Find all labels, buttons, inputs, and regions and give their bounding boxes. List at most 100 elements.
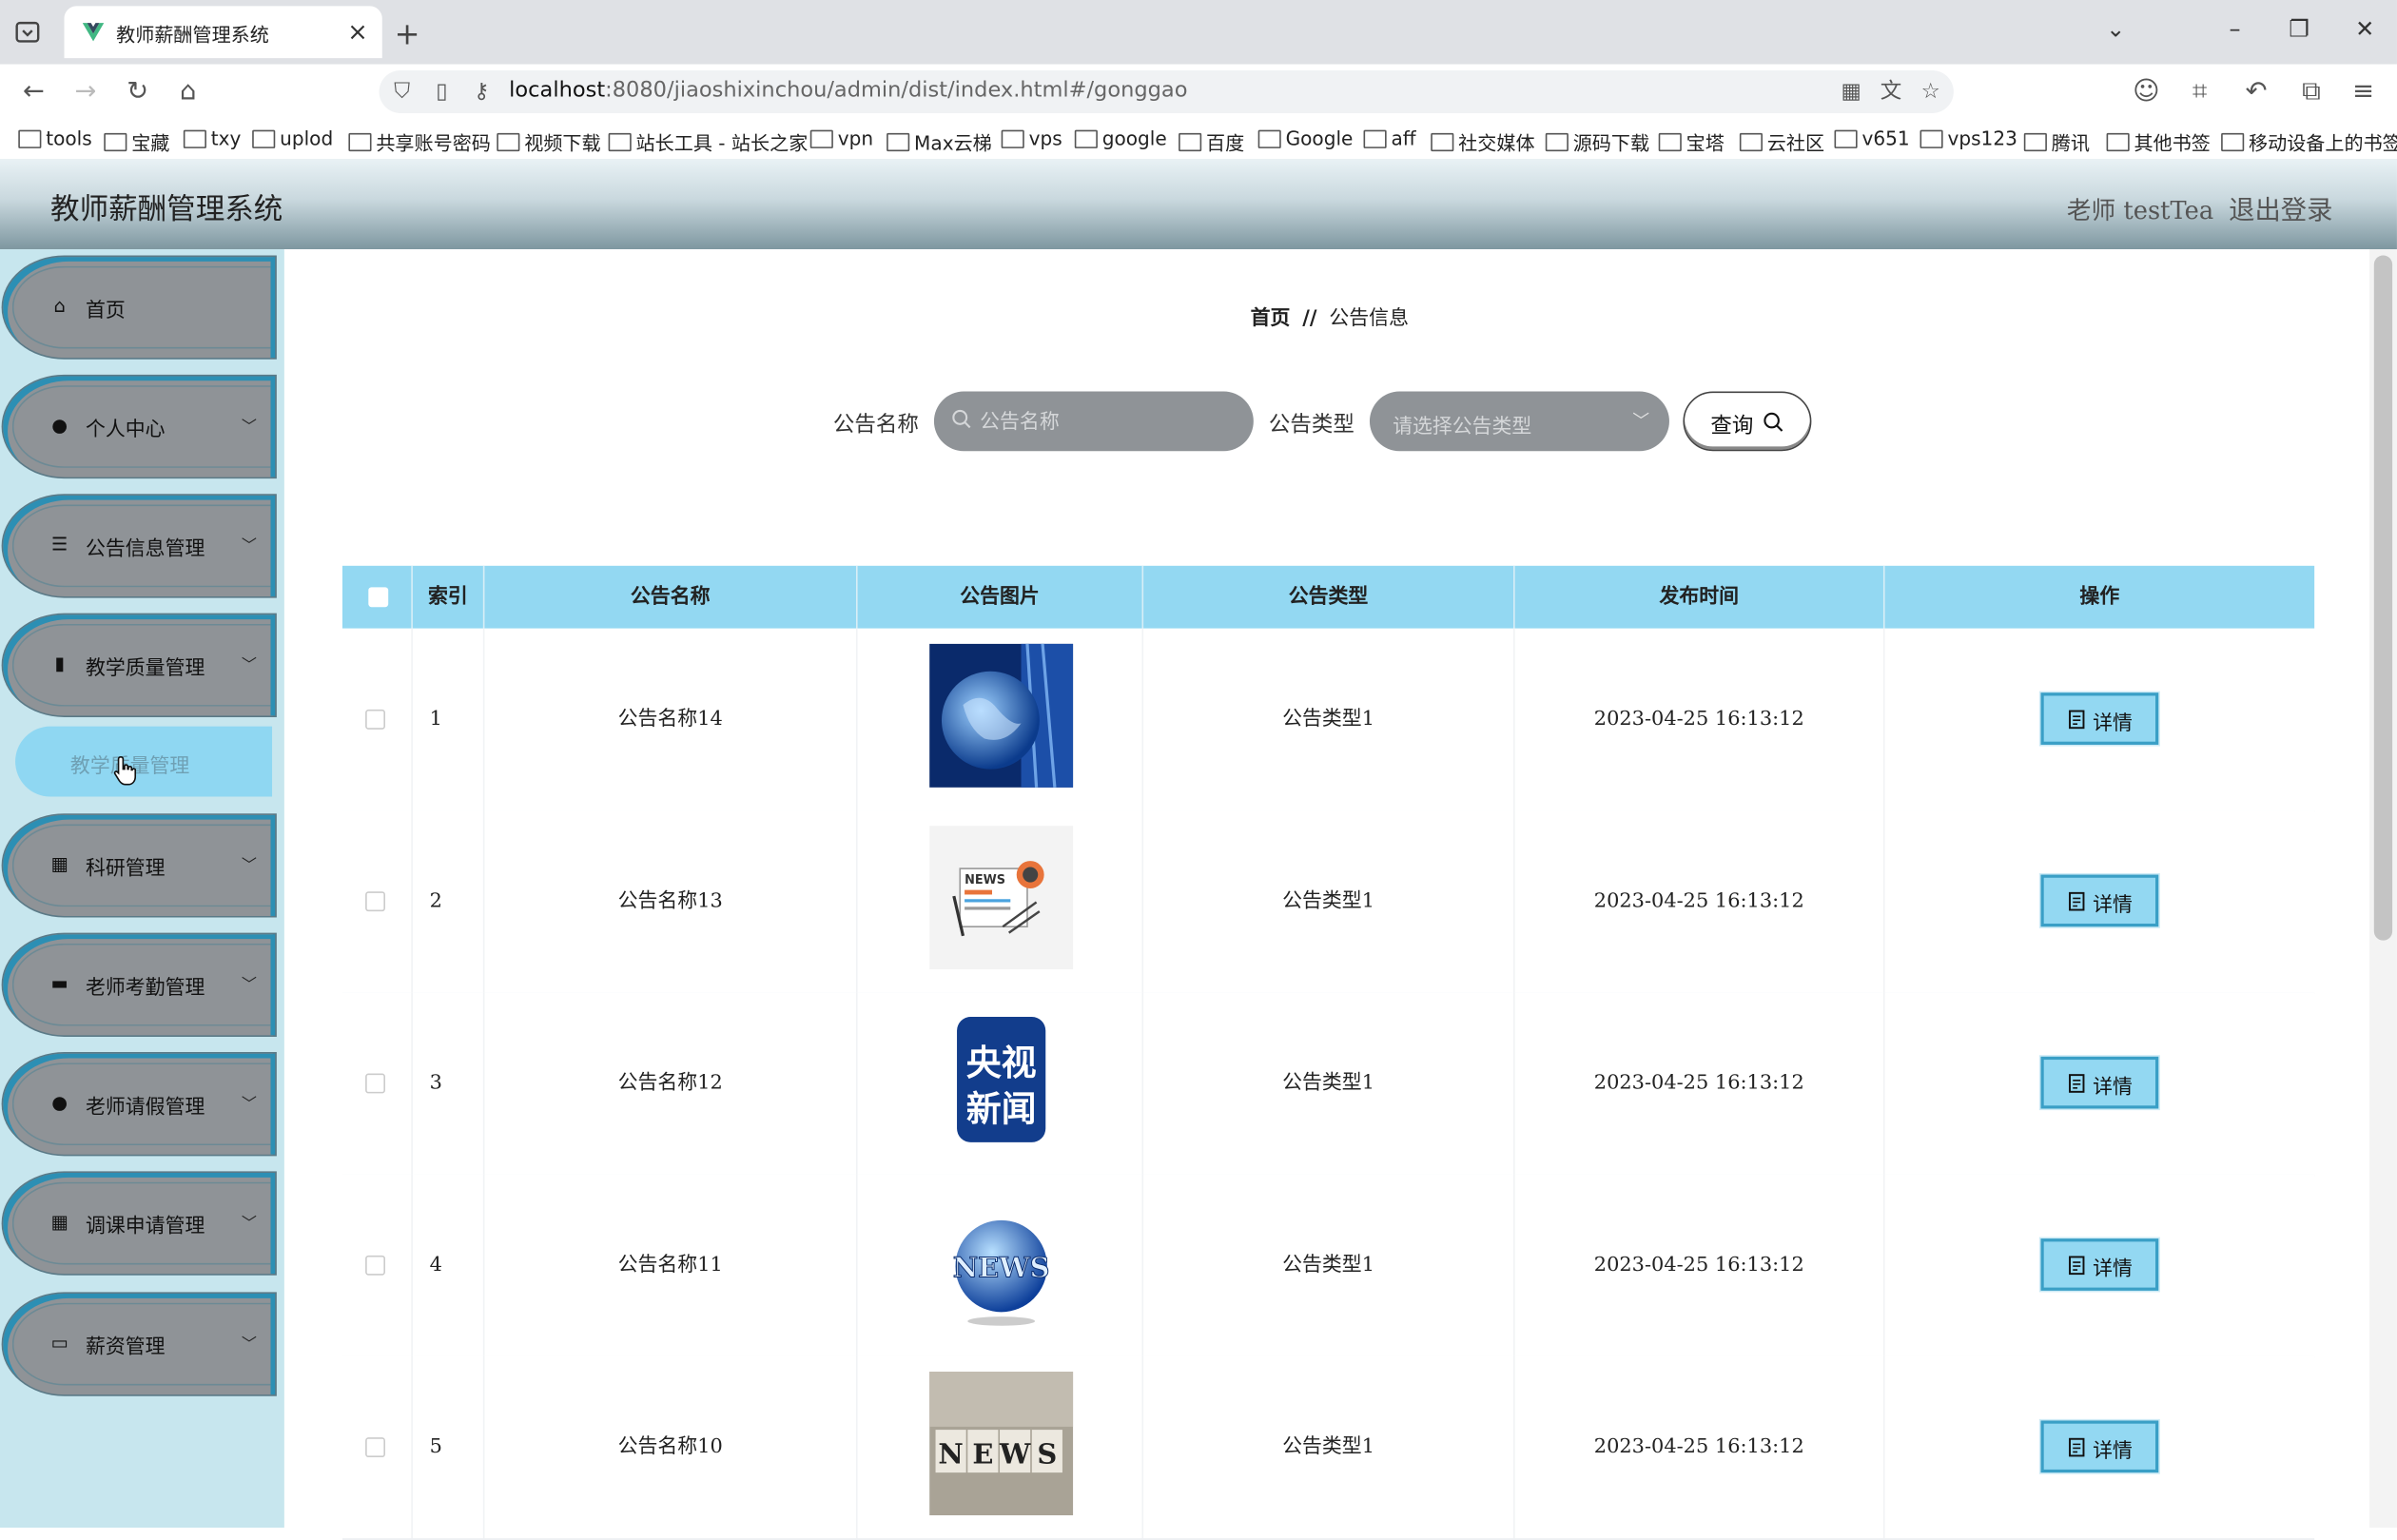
window-close-icon[interactable]: ✕ xyxy=(2349,15,2380,43)
key-icon[interactable]: ⚷ xyxy=(468,78,496,106)
restore-icon[interactable]: ❐ xyxy=(2284,15,2314,43)
account-icon[interactable]: ☺ xyxy=(2131,76,2161,107)
browser-tab-bar: 教师薪酬管理系统 × + ⌄ – ❐ ✕ xyxy=(0,0,2397,65)
home-page-icon[interactable]: ⌂ xyxy=(173,76,204,107)
cctv-news-logo-image[interactable]: 央视 新闻 xyxy=(929,1007,1074,1152)
crop-icon[interactable]: ⌗ xyxy=(2185,76,2215,107)
sidebar-item-2[interactable]: ☰ 公告信息管理 ﹀ xyxy=(3,495,276,596)
row-checkbox[interactable] xyxy=(365,1437,385,1458)
row-index: 1 xyxy=(413,628,485,811)
bookmark-item[interactable]: 云社区 xyxy=(1739,127,1824,156)
row-name: 公告名称13 xyxy=(484,810,858,993)
query-button[interactable]: 查询 xyxy=(1683,391,1812,452)
row-checkbox[interactable] xyxy=(365,1255,385,1276)
bookmark-item[interactable]: 宝藏 xyxy=(104,127,169,156)
bookmark-item[interactable]: 移动设备上的书签 xyxy=(2221,127,2397,156)
extensions-icon[interactable]: ⧉ xyxy=(2296,76,2327,107)
select-all-checkbox[interactable] xyxy=(368,587,389,608)
detail-button[interactable]: 详情 xyxy=(2040,1056,2159,1109)
sidebar-item-8[interactable]: ▭ 薪资管理 ﹀ xyxy=(3,1294,276,1395)
tab-close-icon[interactable]: × xyxy=(345,19,370,45)
bookmark-item[interactable]: Google xyxy=(1257,127,1353,150)
star-icon[interactable]: ☆ xyxy=(1917,78,1944,106)
scrollbar-thumb[interactable] xyxy=(2373,255,2393,941)
newspaper-image[interactable]: NEWS xyxy=(929,826,1074,970)
tab-dropdown-icon[interactable]: ⌄ xyxy=(2100,15,2131,43)
row-checkbox[interactable] xyxy=(365,709,385,730)
row-checkbox[interactable] xyxy=(365,891,385,912)
breadcrumb-home[interactable]: 首页 xyxy=(1251,307,1291,330)
news-globe-image[interactable]: NEWS xyxy=(929,1189,1074,1334)
bookmark-item[interactable]: uplod xyxy=(252,127,333,150)
detail-button[interactable]: 详情 xyxy=(2040,692,2159,745)
url-text[interactable]: localhost:8080/jiaoshixinchou/admin/dist… xyxy=(509,78,1187,103)
news-blocks-image[interactable]: NEWS xyxy=(929,1372,1074,1516)
bookmark-item[interactable]: Max云梯 xyxy=(887,127,992,156)
bookmark-item[interactable]: 百度 xyxy=(1179,127,1244,156)
page-icon[interactable]: ▯ xyxy=(428,78,456,106)
bookmark-item[interactable]: tools xyxy=(18,127,92,150)
table-row: 5 公告名称10 N E W S 公告类型1 2023-04-25 16:13:12 详情 xyxy=(341,1355,2315,1540)
bookmark-item[interactable]: 宝塔 xyxy=(1658,127,1725,156)
submenu-item-teaching-quality[interactable]: 教学质量管理 xyxy=(15,726,273,797)
folder-icon xyxy=(104,132,127,151)
news-block-letter: E xyxy=(972,1437,993,1470)
sidebar-item-7[interactable]: ▦ 调课申请管理 ﹀ xyxy=(3,1173,276,1275)
bookmark-item[interactable]: v651 xyxy=(1834,127,1910,150)
translate-icon[interactable]: 文 xyxy=(1878,78,1905,106)
bookmark-item[interactable]: google xyxy=(1074,127,1167,150)
back-icon[interactable]: ← xyxy=(18,76,49,107)
globe-news-image[interactable] xyxy=(929,643,1074,789)
qr-code-icon[interactable]: ▦ xyxy=(1838,78,1865,106)
bookmark-item[interactable]: vps123 xyxy=(1920,127,2017,150)
bookmark-item[interactable]: 源码下载 xyxy=(1545,127,1650,156)
bookmark-item[interactable]: 社交媒体 xyxy=(1431,127,1535,156)
undo-icon[interactable]: ↶ xyxy=(2241,76,2271,107)
new-tab-icon[interactable]: + xyxy=(395,15,420,52)
chevron-down-icon: ﹀ xyxy=(241,657,257,674)
detail-button[interactable]: 详情 xyxy=(2040,1420,2159,1473)
address-bar[interactable]: ⛉ ▯ ⚷ localhost:8080/jiaoshixinchou/admi… xyxy=(379,69,1954,113)
shield-icon[interactable]: ⛉ xyxy=(388,78,416,106)
sidebar-item-3[interactable]: ▮ 教学质量管理 ﹀ xyxy=(3,614,276,716)
sidebar-item-5[interactable]: ▬ 老师考勤管理 ﹀ xyxy=(3,934,276,1036)
current-user: 老师 testTea xyxy=(2066,195,2214,225)
page-scrollbar[interactable] xyxy=(2369,249,2397,1528)
sidebar-item-label: 公告信息管理 xyxy=(85,537,205,561)
folder-icon xyxy=(608,132,632,151)
table-row: 4 公告名称11 NEWS 公告类型1 2023-04-25 16:13:12 详情 xyxy=(341,1174,2315,1358)
news-block-letter: N xyxy=(938,1437,963,1470)
sidebar-item-6[interactable]: ● 老师请假管理 ﹀ xyxy=(3,1053,276,1155)
bookmark-item[interactable]: vps xyxy=(1001,127,1062,150)
bookmark-item[interactable]: 视频下载 xyxy=(497,127,601,156)
detail-button[interactable]: 详情 xyxy=(2040,874,2159,927)
sidebar-item-0[interactable]: ⌂ 首页 xyxy=(3,257,276,359)
type-search-label: 公告类型 xyxy=(1268,413,1354,438)
bookmark-item[interactable]: 站长工具 - 站长之家 xyxy=(608,127,808,156)
detail-button[interactable]: 详情 xyxy=(2040,1238,2159,1291)
bookmark-label: 宝藏 xyxy=(131,131,170,155)
forward-icon[interactable]: → xyxy=(70,76,101,107)
sidebar-item-1[interactable]: ● 个人中心 ﹀ xyxy=(3,376,276,478)
type-select[interactable]: 请选择公告类型 ﹀ xyxy=(1369,391,1669,452)
bookmark-label: 源码下载 xyxy=(1572,131,1650,155)
news-block-letter: W xyxy=(999,1437,1031,1470)
bookmark-item[interactable]: 共享账号密码 xyxy=(348,127,491,156)
menu-icon[interactable]: ≡ xyxy=(2348,76,2379,107)
name-search-field[interactable] xyxy=(933,391,1254,452)
reload-icon[interactable]: ↻ xyxy=(123,76,153,107)
sidebar-item-4[interactable]: ▦ 科研管理 ﹀ xyxy=(3,814,276,916)
briefcase-icon: ▬ xyxy=(50,972,68,994)
row-checkbox[interactable] xyxy=(365,1073,385,1094)
folder-icon xyxy=(1257,128,1281,148)
name-search-input[interactable] xyxy=(976,405,1243,439)
bookmark-item[interactable]: 其他书签 xyxy=(2106,127,2211,156)
tab-list-icon[interactable] xyxy=(12,17,43,48)
bookmark-item[interactable]: txy xyxy=(183,127,241,150)
bookmark-item[interactable]: vpn xyxy=(809,127,873,150)
logout-link[interactable]: 退出登录 xyxy=(2229,188,2332,226)
bookmark-item[interactable]: 腾讯 xyxy=(2023,127,2090,156)
browser-tab[interactable]: 教师薪酬管理系统 × xyxy=(64,6,382,59)
minimize-icon[interactable]: – xyxy=(2220,15,2251,43)
bookmark-item[interactable]: aff xyxy=(1363,127,1416,150)
